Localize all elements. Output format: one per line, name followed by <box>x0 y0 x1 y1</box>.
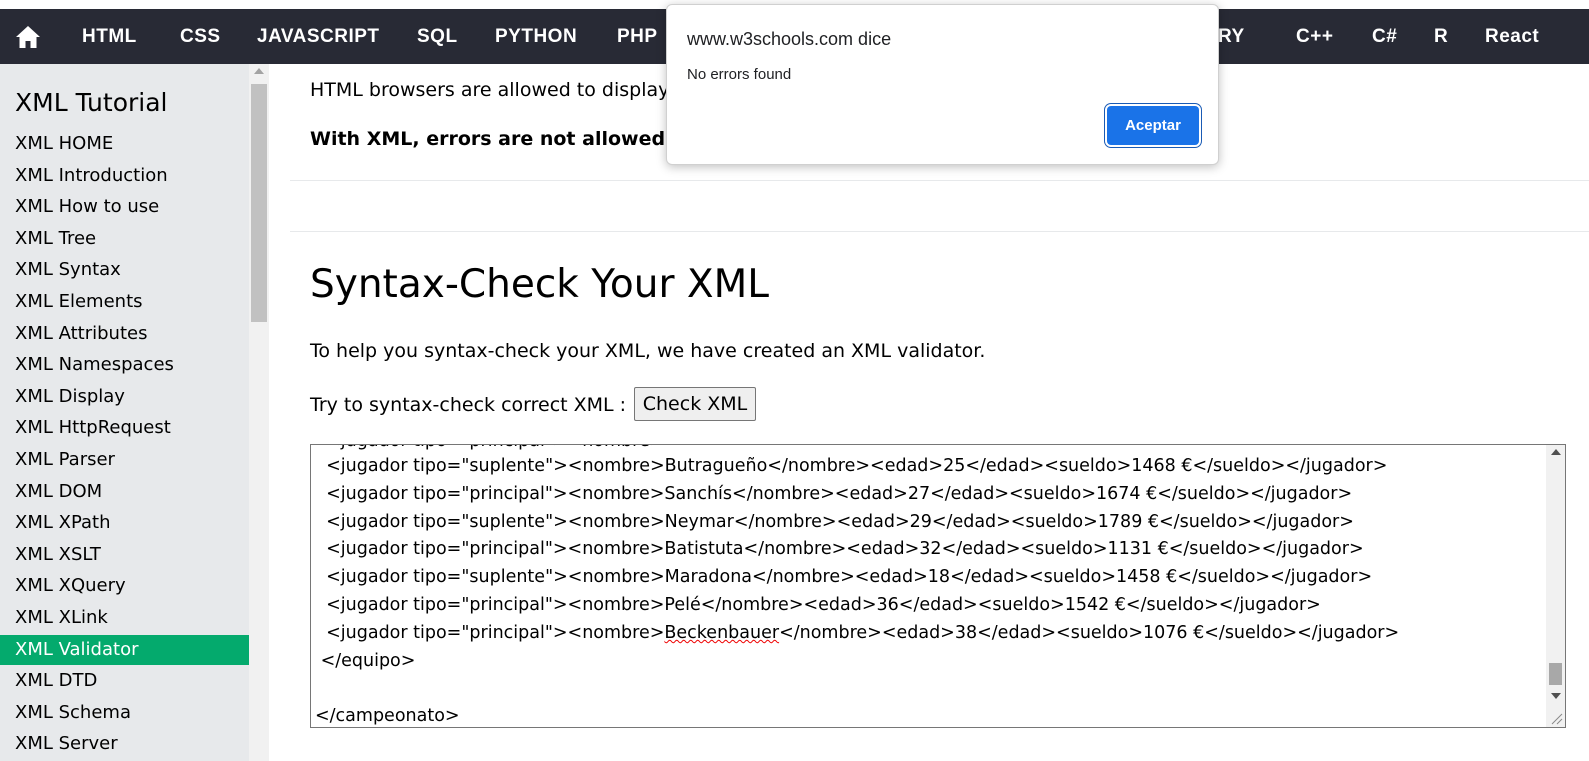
sidebar-item-xml-validator[interactable]: XML Validator <box>0 634 249 665</box>
sidebar-item-xml-schema[interactable]: XML Schema <box>0 698 249 728</box>
editor-line-text: </nombre><edad>25</edad><sueldo>1468 €</… <box>767 456 1388 476</box>
nav-sql[interactable]: SQL <box>417 9 458 64</box>
sidebar-scrollbar[interactable] <box>249 64 269 761</box>
editor-line: <jugador tipo="principal"><nombre>Pelé</… <box>315 595 1321 615</box>
sidebar-item-xml-introduction[interactable]: XML Introduction <box>0 161 249 191</box>
editor-line-name: Butragueño <box>664 456 768 476</box>
editor-line: <jugador tipo="suplente"><nombre>Butragu… <box>315 456 1387 476</box>
editor-line-text: </nombre><edad>36</edad><sueldo>1542 €</… <box>700 595 1321 615</box>
editor-line-name: Maradona <box>664 567 753 588</box>
sidebar-scrollbar-thumb[interactable] <box>251 84 267 322</box>
editor-line-name: Pelé <box>664 595 701 615</box>
home-button[interactable] <box>0 9 55 64</box>
sidebar-item-xml-server[interactable]: XML Server <box>0 729 249 759</box>
editor-line-text: <jugador tipo="principal"><nombre> <box>315 539 665 560</box>
main-content: HTML browsers are allowed to display Wit… <box>269 64 1589 761</box>
sidebar-item-xml-dtd[interactable]: XML DTD <box>0 666 249 696</box>
nav-css[interactable]: CSS <box>180 9 221 64</box>
editor-line-text: <jugador tipo="principal"><nombre> <box>315 483 665 504</box>
nav-r[interactable]: R <box>1434 9 1448 64</box>
dialog-title: www.w3schools.com dice <box>687 29 892 49</box>
editor-line-name: Batistuta <box>664 539 744 560</box>
editor-line-text: <jugador tipo="suplente"><nombre> <box>315 511 665 532</box>
dialog-message: No errors found <box>687 66 792 83</box>
sidebar-item-xml-elements[interactable]: XML Elements <box>0 287 249 317</box>
nav-react[interactable]: React <box>1485 9 1539 64</box>
sidebar-item-xml-tree[interactable]: XML Tree <box>0 224 249 254</box>
editor-line-text: <jugador tipo="principal"><nombre> <box>315 622 665 643</box>
divider <box>290 231 1589 232</box>
editor-line-name: Sanchís <box>664 483 733 504</box>
editor-scrollbar-thumb[interactable] <box>1549 663 1562 685</box>
errors-not-allowed-paragraph: With XML, errors are not allowed. <box>310 128 673 150</box>
divider <box>290 180 1589 181</box>
editor-line: <jugador tipo="suplente"><nombre>Neymar<… <box>315 512 1354 532</box>
editor-line: </equipo> <box>315 650 416 671</box>
sidebar-item-xml-httprequest[interactable]: XML HttpRequest <box>0 413 249 443</box>
sidebar-item-xml-parser[interactable]: XML Parser <box>0 445 249 475</box>
editor-line-text: </campeonato> <box>315 706 460 727</box>
home-icon <box>15 25 40 48</box>
editor-line: <jugador tipo="principal"><nombre>Becken… <box>315 623 1399 643</box>
editor-line: <jugador tipo="principal"><nombre>Batist… <box>315 539 1364 560</box>
editor-line-text: <jugador tipo="suplente"><nombre> <box>315 456 665 476</box>
clipped-line: <jugador tipo="principal"><nombre> <box>315 445 664 451</box>
sidebar-title: XML Tutorial <box>15 88 168 117</box>
editor-line-name: Neymar <box>664 511 734 532</box>
editor-line: <jugador tipo="principal"><nombre>Sanchí… <box>315 484 1352 504</box>
sidebar-item-xml-dom[interactable]: XML DOM <box>0 477 249 507</box>
nav-csharp[interactable]: C# <box>1372 9 1397 64</box>
sidebar: XML Tutorial XML HOME XML Introduction XML… <box>0 64 249 761</box>
nav-jquery-partial[interactable]: RY <box>1218 9 1245 64</box>
sidebar-item-xml-attributes[interactable]: XML Attributes <box>0 319 249 349</box>
dialog-ok-button[interactable]: Aceptar <box>1107 106 1199 145</box>
validator-paragraph: To help you syntax-check your XML, we ha… <box>310 340 986 362</box>
editor-line-text: <jugador tipo="suplente"><nombre> <box>315 567 665 588</box>
editor-line-name: Beckenbauer <box>664 622 780 643</box>
scroll-up-arrow-icon[interactable] <box>1551 449 1561 455</box>
intro-paragraph: HTML browsers are allowed to display <box>310 79 670 101</box>
scroll-up-arrow-icon[interactable] <box>254 68 264 74</box>
editor-line-text: </nombre><edad>27</edad><sueldo>1674 €</… <box>732 483 1353 504</box>
check-xml-button[interactable]: Check XML <box>634 387 756 421</box>
check-prompt-label: Try to syntax-check correct XML : <box>310 394 627 416</box>
nav-php[interactable]: PHP <box>617 9 658 64</box>
section-heading: Syntax-Check Your XML <box>310 262 770 307</box>
editor-line-text: <jugador tipo="principal"><nombre> <box>315 595 665 615</box>
editor-scrollbar[interactable] <box>1546 445 1565 727</box>
sidebar-item-xml-xquery[interactable]: XML XQuery <box>0 571 249 601</box>
editor-line: </campeonato> <box>315 706 460 726</box>
nav-python[interactable]: PYTHON <box>495 9 577 64</box>
sidebar-item-xml-syntax[interactable]: XML Syntax <box>0 255 249 285</box>
editor-line-text: </equipo> <box>315 650 416 671</box>
resize-grip-icon[interactable] <box>1549 711 1563 725</box>
sidebar-item-xml-namespaces[interactable]: XML Namespaces <box>0 350 249 380</box>
editor-line-text: </nombre><edad>38</edad><sueldo>1076 €</… <box>779 622 1400 643</box>
sidebar-item-xml-xlink[interactable]: XML XLink <box>0 603 249 633</box>
nav-html[interactable]: HTML <box>82 9 137 64</box>
editor-line: <jugador tipo="suplente"><nombre>Maradon… <box>315 567 1372 587</box>
alert-dialog: www.w3schools.com dice No errors found A… <box>666 4 1219 165</box>
nav-javascript[interactable]: JAVASCRIPT <box>257 9 380 64</box>
scroll-down-arrow-icon[interactable] <box>1551 693 1561 699</box>
editor-line-text: </nombre><edad>32</edad><sueldo>1131 €</… <box>743 539 1364 560</box>
sidebar-item-xml-how-to-use[interactable]: XML How to use <box>0 192 249 222</box>
xml-editor-textarea[interactable]: <jugador tipo="principal"><nombre> <juga… <box>310 444 1566 728</box>
sidebar-item-xml-home[interactable]: XML HOME <box>0 129 249 159</box>
sidebar-item-xml-xslt[interactable]: XML XSLT <box>0 540 249 570</box>
editor-line-text: </nombre><edad>18</edad><sueldo>1458 €</… <box>752 567 1373 588</box>
sidebar-item-xml-xpath[interactable]: XML XPath <box>0 508 249 538</box>
sidebar-item-xml-display[interactable]: XML Display <box>0 382 249 412</box>
nav-cpp[interactable]: C++ <box>1296 9 1333 64</box>
editor-line-text: </nombre><edad>29</edad><sueldo>1789 €</… <box>733 511 1354 532</box>
